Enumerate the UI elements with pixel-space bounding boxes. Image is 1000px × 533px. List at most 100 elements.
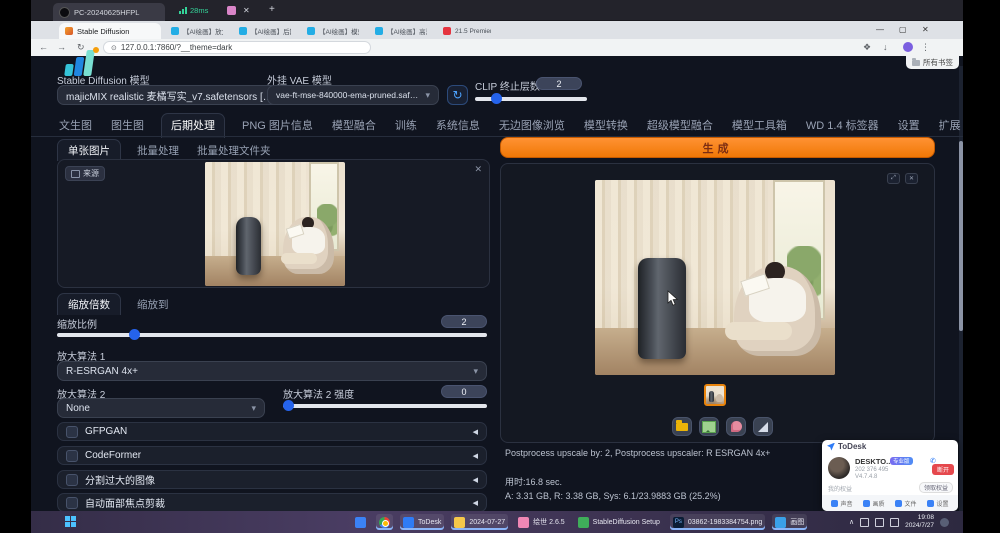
browser-tab[interactable]: 21.5 Premiere	[437, 23, 497, 39]
tray-network-icon[interactable]	[860, 518, 869, 527]
taskbar-app-photoshop[interactable]: Ps 03862-1983384754.png	[670, 514, 765, 530]
clear-image-icon[interactable]: ✕	[474, 164, 482, 175]
site-info-icon[interactable]: ⊙	[111, 44, 117, 52]
browser-tab[interactable]: 【AI绘画】模型安装教程 - 哔哩哔哩	[301, 23, 365, 39]
vae-refresh-button[interactable]: ↻	[447, 85, 468, 105]
send-to-img2img-button[interactable]	[726, 417, 746, 436]
tray-chevron-icon[interactable]: ∧	[849, 518, 854, 526]
scale-mode-tab[interactable]: 缩放到	[135, 294, 171, 315]
browser-tab[interactable]: 【AI绘画】放大算法对比 - 哔哩哔哩	[165, 23, 229, 39]
main-tab[interactable]: 无边图像浏览	[497, 114, 567, 138]
source-image-preview[interactable]	[205, 162, 345, 286]
upscaler1-dropdown[interactable]: R-ESRGAN 4x+ ▾	[57, 361, 487, 381]
browser-tab[interactable]: 【AI绘画】高清修复教程 - 哔哩哔哩	[369, 23, 433, 39]
extras-subtab[interactable]: 单张图片	[57, 139, 121, 161]
checkbox[interactable]	[66, 426, 78, 438]
gallery-thumbnail-selected[interactable]	[704, 384, 726, 406]
clip-skip-slider[interactable]	[475, 97, 587, 101]
browser-tab[interactable]: 【AI绘画】后期处理教程 - 哔哩哔哩	[233, 23, 297, 39]
remote-session-tab[interactable]: PC-20240625HFPL	[53, 3, 165, 21]
close-preview-icon[interactable]: ✕	[905, 173, 918, 184]
send-to-extras-button[interactable]	[753, 417, 773, 436]
browser-menu-icon[interactable]: ⋮	[921, 42, 930, 53]
accordion-gfpgan[interactable]: GFPGAN ◀	[57, 422, 487, 441]
fullscreen-icon[interactable]: ⤢	[887, 173, 900, 184]
output-image[interactable]	[595, 180, 835, 375]
checkbox[interactable]	[66, 474, 78, 486]
main-tab[interactable]: 后期处理	[161, 113, 225, 138]
upscaler2-strength-slider[interactable]	[283, 404, 487, 408]
taskbar-app-chrome[interactable]	[376, 514, 393, 530]
main-tab[interactable]: 图生图	[109, 114, 146, 138]
main-tab[interactable]: 系统信息	[434, 114, 482, 138]
remote-tab-close-icon[interactable]: ✕	[243, 6, 250, 15]
main-tab[interactable]: PNG 图片信息	[240, 114, 315, 138]
todesk-perk-text: 我的权益	[828, 484, 852, 493]
todesk-action[interactable]: 声音	[831, 499, 852, 508]
app-icon	[355, 517, 366, 528]
address-bar[interactable]: ⊙ 127.0.0.1:7860/?__theme=dark	[103, 41, 371, 54]
accordion-split-oversized[interactable]: 分割过大的图像 ◀	[57, 470, 487, 489]
profile-avatar[interactable]	[903, 42, 913, 52]
session-record-icon[interactable]	[227, 6, 236, 15]
window-minimize-button[interactable]: —	[876, 25, 884, 34]
main-tab[interactable]: WD 1.4 标签器	[804, 114, 881, 138]
taskbar-app-files[interactable]	[352, 514, 369, 530]
main-tab[interactable]: 模型融合	[330, 114, 378, 138]
extras-subtab[interactable]: 批量处理	[135, 140, 181, 161]
checkbox[interactable]	[66, 497, 78, 509]
remote-new-tab-button[interactable]: +	[269, 4, 275, 15]
back-icon[interactable]: ←	[39, 42, 48, 52]
window-close-button[interactable]: ✕	[922, 25, 929, 34]
checkbox[interactable]	[66, 450, 78, 462]
open-folder-button[interactable]	[672, 417, 692, 436]
todesk-version: V4.7.4.8	[855, 474, 877, 480]
upscaler2-dropdown[interactable]: None ▾	[57, 398, 265, 418]
taskbar-app-todesk[interactable]: ToDesk	[400, 514, 444, 530]
taskbar-clock[interactable]: 19:08 2024/7/27	[905, 514, 934, 530]
taskbar-app-huishi[interactable]: 绘世 2.6.5	[515, 514, 568, 530]
main-tab[interactable]: 扩展	[937, 114, 963, 138]
save-image-button[interactable]	[699, 417, 719, 436]
todesk-perk-button[interactable]: 领取权益	[919, 482, 953, 493]
sd-model-dropdown[interactable]: majicMIX realistic 麦橘写实_v7.safetensors […	[57, 85, 295, 105]
scrollbar-thumb[interactable]	[959, 141, 963, 331]
upscaler2-strength-value[interactable]: 0	[441, 385, 487, 398]
browser-tab-active[interactable]: Stable Diffusion	[59, 23, 161, 39]
main-tab[interactable]: 训练	[393, 114, 419, 138]
scale-mode-tab[interactable]: 缩放倍数	[57, 293, 121, 315]
slider-handle[interactable]	[129, 329, 140, 340]
todesk-action[interactable]: 文件	[895, 499, 916, 508]
tray-ime-icon[interactable]	[890, 518, 899, 527]
main-tab[interactable]: 设置	[896, 114, 922, 138]
tray-sound-icon[interactable]	[875, 518, 884, 527]
vae-dropdown[interactable]: vae-ft-mse-840000-ema-pruned.safetensors…	[267, 85, 439, 105]
main-tab[interactable]: 模型转换	[582, 114, 630, 138]
main-tab[interactable]: 模型工具箱	[730, 114, 789, 138]
clip-skip-value[interactable]: 2	[536, 77, 582, 90]
downloads-icon[interactable]: ↓	[883, 42, 888, 52]
todesk-title-bar[interactable]: ToDesk	[822, 440, 958, 453]
todesk-window[interactable]: ToDesk DESKTO... 专业版 ✆ 202 376 495 V4.7.…	[822, 440, 958, 511]
extensions-icon[interactable]: ❖	[863, 42, 871, 53]
todesk-action[interactable]: 设置	[927, 499, 948, 508]
main-tab[interactable]: 超级模型融合	[645, 114, 715, 138]
generate-button[interactable]: 生成	[500, 137, 935, 158]
todesk-action[interactable]: 画质	[863, 499, 884, 508]
taskbar-app-setup[interactable]: StableDiffusion Setup	[575, 514, 663, 530]
accordion-auto-face-crop[interactable]: 自动面部焦点剪裁 ◀	[57, 493, 487, 512]
start-button[interactable]	[65, 516, 77, 528]
window-maximize-button[interactable]: ▢	[899, 25, 907, 34]
slider-handle[interactable]	[491, 93, 502, 104]
accordion-codeformer[interactable]: CodeFormer ◀	[57, 446, 487, 465]
scale-ratio-value[interactable]: 2	[441, 315, 487, 328]
notification-icon[interactable]	[940, 518, 949, 527]
main-tab[interactable]: 文生图	[57, 114, 94, 138]
todesk-disconnect-button[interactable]: 断开	[932, 464, 954, 475]
extras-subtab[interactable]: 批量处理文件夹	[195, 140, 273, 161]
all-bookmarks-chip[interactable]: 所有书签	[906, 56, 959, 69]
taskbar-folder[interactable]: 2024-07-27	[451, 514, 508, 530]
scale-ratio-slider[interactable]	[57, 333, 487, 337]
slider-handle[interactable]	[283, 400, 294, 411]
taskbar-app-paint[interactable]: 画图	[772, 514, 807, 530]
